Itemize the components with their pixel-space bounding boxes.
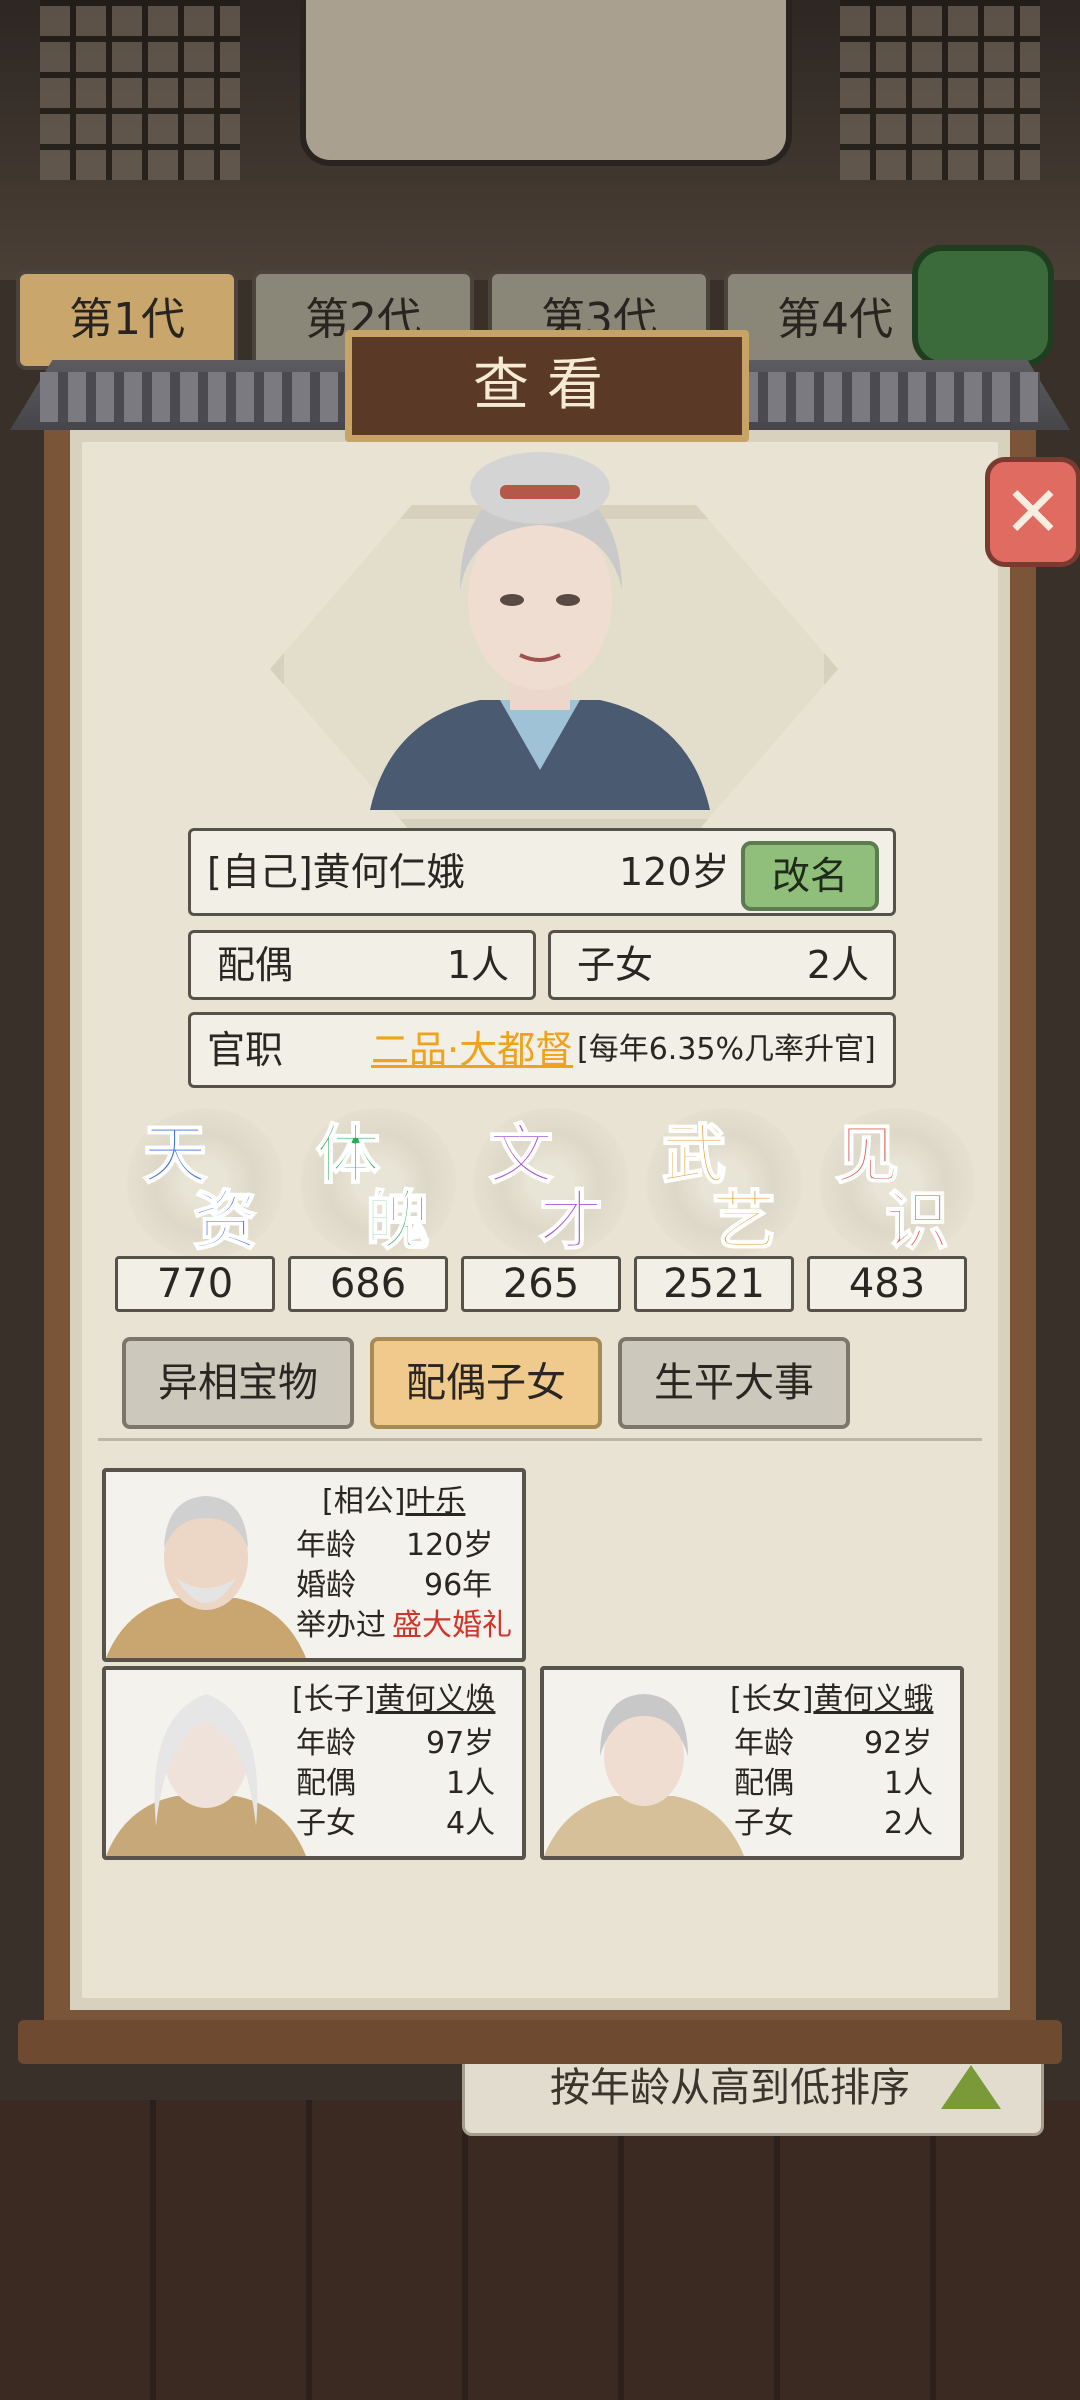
stat-physique-value: 686 [288, 1256, 448, 1312]
spouse-title: [相公]叶乐 [322, 1476, 465, 1520]
spouse-card[interactable]: [相公]叶乐 年龄 120岁 婚龄 96年 举办过 盛大婚礼 [102, 1468, 526, 1662]
tab-generation-1[interactable]: 第1代 [16, 270, 238, 370]
sort-label: 按年龄从高到低排序 [550, 2065, 910, 2111]
son-role: [长子] [292, 1682, 376, 1717]
triangle-up-icon [941, 2065, 1001, 2109]
children-count-row: 子女 2人 [548, 930, 896, 1000]
stat-literary-char-2: 才 [538, 1183, 604, 1260]
stat-knowledge-char-2: 识 [884, 1183, 950, 1260]
office-link[interactable]: 二品·大都督 [371, 1015, 573, 1085]
spouse-age-label: 年龄 [296, 1528, 356, 1563]
daughter-spouse-label: 配偶 [734, 1766, 794, 1801]
wedding-prefix: 举办过 [296, 1608, 386, 1643]
close-button[interactable]: ✕ [985, 457, 1080, 567]
son-children: 4人 [446, 1806, 496, 1841]
profile-age: 120岁 [619, 850, 730, 894]
son-name-link[interactable]: 黄何义焕 [375, 1682, 495, 1717]
panel-bottom-beam [18, 2020, 1062, 2064]
office-row: 官职 二品·大都督 [每年6.35%几率升官] [188, 1012, 896, 1088]
stat-martial-value: 2521 [634, 1256, 794, 1312]
stat-talent-value: 770 [115, 1256, 275, 1312]
stat-literary-value: 265 [461, 1256, 621, 1312]
spouse-count: 1人 [446, 943, 509, 987]
wedding-type: 盛大婚礼 [392, 1608, 512, 1643]
tab-spouse-children[interactable]: 配偶子女 [370, 1337, 602, 1429]
daughter-age-label: 年龄 [734, 1726, 794, 1761]
close-icon: ✕ [1003, 471, 1063, 553]
son-portrait [106, 1694, 306, 1856]
son-spouse-label: 配偶 [296, 1766, 356, 1801]
spouse-marriage-label: 婚龄 [296, 1568, 356, 1603]
spouse-count-row: 配偶 1人 [188, 930, 536, 1000]
rename-button[interactable]: 改名 [741, 841, 879, 911]
daughter-children: 2人 [884, 1806, 934, 1841]
spouse-age: 120岁 [406, 1528, 494, 1563]
son-age-label: 年龄 [296, 1726, 356, 1761]
wall-painting [300, 0, 792, 166]
son-spouse: 1人 [446, 1766, 496, 1801]
son-age: 97岁 [426, 1726, 495, 1761]
stat-physique-char-2: 魄 [365, 1183, 431, 1260]
son-title: [长子]黄何义焕 [292, 1674, 495, 1718]
office-note: [每年6.35%几率升官] [577, 1032, 876, 1067]
daughter-age: 92岁 [864, 1726, 933, 1761]
daughter-children-label: 子女 [734, 1806, 794, 1841]
tab-treasures[interactable]: 异相宝物 [122, 1337, 354, 1429]
children-label: 子女 [577, 943, 654, 987]
son-children-label: 子女 [296, 1806, 356, 1841]
daughter-role: [长女] [730, 1682, 814, 1717]
stat-talent-char-2: 资 [192, 1183, 258, 1260]
spouse-marriage: 96年 [424, 1568, 493, 1603]
spouse-name-link[interactable]: 叶乐 [405, 1484, 465, 1519]
children-count: 2人 [806, 943, 869, 987]
spouse-label: 配偶 [217, 943, 294, 987]
profile-name: [自己]黄何仁娥 [207, 850, 465, 894]
daughter-title: [长女]黄何义蛾 [730, 1674, 933, 1718]
floor [0, 2100, 1080, 2400]
lattice-window-left [40, 0, 240, 180]
section-divider [98, 1438, 982, 1441]
tab-life-events[interactable]: 生平大事 [618, 1337, 850, 1429]
back-arrow-icon[interactable] [912, 245, 1054, 367]
lattice-window-right [840, 0, 1040, 180]
spouse-role: [相公] [322, 1484, 406, 1519]
stat-martial-char-2: 艺 [711, 1183, 777, 1260]
panel-title: 查看 [345, 330, 749, 442]
daughter-name-link[interactable]: 黄何义蛾 [813, 1682, 933, 1717]
daughter-card[interactable]: [长女]黄何义蛾 年龄 92岁 配偶 1人 子女 2人 [540, 1666, 964, 1860]
daughter-spouse: 1人 [884, 1766, 934, 1801]
profile-name-row: [自己]黄何仁娥 120岁 改名 [188, 828, 896, 916]
daughter-portrait [544, 1694, 744, 1856]
son-card[interactable]: [长子]黄何义焕 年龄 97岁 配偶 1人 子女 4人 [102, 1666, 526, 1860]
character-portrait [370, 452, 710, 810]
stat-knowledge-value: 483 [807, 1256, 967, 1312]
spouse-portrait [106, 1496, 306, 1658]
office-label: 官职 [207, 1028, 284, 1072]
